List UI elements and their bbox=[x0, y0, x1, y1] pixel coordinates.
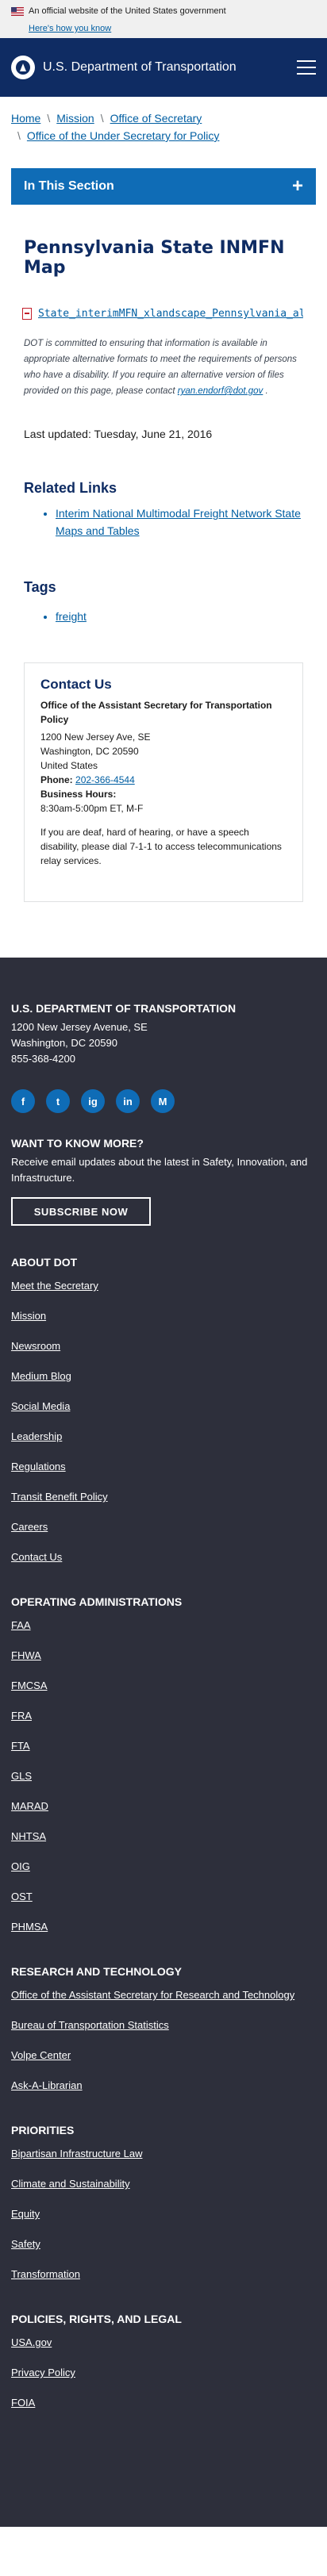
related-links-list: Interim National Multimodal Freight Netw… bbox=[56, 505, 303, 539]
footer-research: RESEARCH AND TECHNOLOGY Office of the As… bbox=[11, 1965, 316, 2094]
footer-link[interactable]: Mission bbox=[11, 1308, 316, 1324]
contact-card: Contact Us Office of the Assistant Secre… bbox=[24, 662, 303, 902]
footer-link[interactable]: Newsroom bbox=[11, 1338, 316, 1354]
linkedin-icon[interactable]: in bbox=[116, 1089, 140, 1113]
site-header: U.S. Department of Transportation bbox=[0, 38, 327, 97]
phone-label: Phone: bbox=[40, 774, 73, 785]
pdf-file-icon bbox=[22, 308, 32, 320]
footer-address-2: Washington, DC 20590 bbox=[11, 1037, 117, 1049]
tag-link[interactable]: freight bbox=[56, 610, 303, 623]
breadcrumb-office-of-secretary[interactable]: Office of Secretary bbox=[110, 112, 202, 125]
contact-address-2: Washington, DC 20590 bbox=[40, 746, 139, 757]
footer-link[interactable]: Ask-A-Librarian bbox=[11, 2078, 316, 2094]
last-updated: Last updated: Tuesday, June 21, 2016 bbox=[24, 428, 213, 440]
footer-link[interactable]: Transformation bbox=[11, 2267, 316, 2282]
social-links: f t ig in M bbox=[11, 1089, 316, 1113]
footer-link[interactable]: PHMSA bbox=[11, 1919, 316, 1935]
breadcrumb-under-secretary[interactable]: Office of the Under Secretary for Policy bbox=[27, 129, 220, 142]
contact-office: Office of the Assistant Secretary for Tr… bbox=[40, 700, 272, 725]
gov-banner-text: An official website of the United States… bbox=[29, 6, 226, 16]
footer-link[interactable]: OST bbox=[11, 1889, 316, 1905]
footer-link[interactable]: Privacy Policy bbox=[11, 2365, 316, 2381]
footer-research-heading: RESEARCH AND TECHNOLOGY bbox=[11, 1965, 182, 1978]
footer-link[interactable]: Social Media bbox=[11, 1399, 316, 1415]
file-link-text[interactable]: State_interimMFN_xlandscape_Pennsylvania… bbox=[38, 308, 303, 320]
footer-link[interactable]: Equity bbox=[11, 2206, 316, 2222]
contact-address-1: 1200 New Jersey Ave, SE bbox=[40, 731, 151, 743]
want-to-know-more-desc: Receive email updates about the latest i… bbox=[11, 1156, 308, 1184]
footer-link[interactable]: FTA bbox=[11, 1738, 316, 1754]
footer-link[interactable]: Medium Blog bbox=[11, 1369, 316, 1384]
footer-link[interactable]: Contact Us bbox=[11, 1549, 316, 1565]
footer-link[interactable]: FOIA bbox=[11, 2395, 316, 2411]
footer-link[interactable]: OIG bbox=[11, 1859, 316, 1875]
contact-address-3: United States bbox=[40, 760, 98, 771]
tags-list: freight bbox=[56, 610, 303, 623]
footer-link[interactable]: Climate and Sustainability bbox=[11, 2176, 316, 2192]
facebook-icon[interactable]: f bbox=[11, 1089, 35, 1113]
footer-link[interactable]: Careers bbox=[11, 1519, 316, 1535]
footer-link[interactable]: GLS bbox=[11, 1768, 316, 1784]
footer-phone[interactable]: 855-368-4200 bbox=[11, 1051, 316, 1067]
us-flag-icon bbox=[11, 6, 24, 16]
footer-link[interactable]: FAA bbox=[11, 1618, 316, 1634]
site-title[interactable]: U.S. Department of Transportation bbox=[43, 60, 297, 75]
footer-link[interactable]: FRA bbox=[11, 1708, 316, 1724]
medium-icon[interactable]: M bbox=[151, 1089, 175, 1113]
menu-icon[interactable] bbox=[297, 60, 316, 75]
footer-link[interactable]: Transit Benefit Policy bbox=[11, 1489, 316, 1505]
want-to-know-more-heading: WANT TO KNOW MORE? bbox=[11, 1137, 144, 1150]
footer-op-admins: OPERATING ADMINISTRATIONS FAA FHWA FMCSA… bbox=[11, 1595, 316, 1935]
footer-link[interactable]: Regulations bbox=[11, 1459, 316, 1475]
subscribe-button[interactable]: SUBSCRIBE NOW bbox=[11, 1197, 151, 1226]
hours-value: 8:30am-5:00pm ET, M-F bbox=[40, 803, 144, 814]
in-this-section-label: In This Section bbox=[24, 179, 114, 193]
related-link[interactable]: Interim National Multimodal Freight Netw… bbox=[56, 505, 303, 539]
footer-link[interactable]: Office of the Assistant Secretary for Re… bbox=[11, 1987, 316, 2003]
footer-link[interactable]: FHWA bbox=[11, 1648, 316, 1664]
tags-heading: Tags bbox=[24, 579, 56, 595]
footer-priorities: PRIORITIES Bipartisan Infrastructure Law… bbox=[11, 2124, 316, 2282]
relay-note: If you are deaf, hard of hearing, or hav… bbox=[40, 827, 282, 866]
footer-about: ABOUT DOT Meet the Secretary Mission New… bbox=[11, 1256, 316, 1565]
footer-link[interactable]: MARAD bbox=[11, 1799, 316, 1814]
instagram-icon[interactable]: ig bbox=[81, 1089, 105, 1113]
dot-logo-icon[interactable] bbox=[11, 56, 35, 79]
footer-link[interactable]: Bureau of Transportation Statistics bbox=[11, 2017, 316, 2033]
breadcrumb-home[interactable]: Home bbox=[11, 112, 40, 125]
footer-priorities-heading: PRIORITIES bbox=[11, 2124, 75, 2136]
phone-link[interactable]: 202-366-4544 bbox=[75, 774, 135, 785]
footer-link[interactable]: Safety bbox=[11, 2236, 316, 2252]
footer-link[interactable]: NHTSA bbox=[11, 1829, 316, 1845]
footer-policies-heading: POLICIES, RIGHTS, AND LEGAL bbox=[11, 2313, 182, 2325]
contact-phone-row: Phone: 202-366-4544 bbox=[40, 773, 287, 787]
accessibility-note: DOT is committed to ensuring that inform… bbox=[24, 339, 297, 396]
twitter-icon[interactable]: t bbox=[46, 1089, 70, 1113]
heres-how-you-know-link[interactable]: Here's how you know bbox=[29, 24, 111, 33]
hours-label: Business Hours: bbox=[40, 789, 117, 800]
related-links-heading: Related Links bbox=[24, 480, 117, 496]
in-this-section-toggle[interactable]: In This Section + bbox=[11, 168, 316, 205]
footer-about-heading: ABOUT DOT bbox=[11, 1256, 78, 1269]
footer-op-admins-heading: OPERATING ADMINISTRATIONS bbox=[11, 1595, 183, 1608]
footer-link[interactable]: Meet the Secretary bbox=[11, 1278, 316, 1294]
contact-heading: Contact Us bbox=[40, 677, 112, 692]
footer-link[interactable]: Bipartisan Infrastructure Law bbox=[11, 2146, 316, 2162]
file-download[interactable]: State_interimMFN_xlandscape_Pennsylvania… bbox=[22, 308, 303, 320]
breadcrumb-mission[interactable]: Mission bbox=[56, 112, 94, 125]
footer-address: 1200 New Jersey Avenue, SE Washington, D… bbox=[11, 1019, 316, 1067]
footer-link[interactable]: Volpe Center bbox=[11, 2048, 316, 2063]
contact-email-link[interactable]: ryan.endorf@dot.gov bbox=[178, 386, 264, 396]
footer-policies: POLICIES, RIGHTS, AND LEGAL USA.gov Priv… bbox=[11, 2313, 316, 2411]
footer-link[interactable]: FMCSA bbox=[11, 1678, 316, 1694]
plus-icon: + bbox=[291, 175, 303, 197]
footer-address-1: 1200 New Jersey Avenue, SE bbox=[11, 1021, 148, 1033]
footer-link[interactable]: USA.gov bbox=[11, 2335, 316, 2351]
page-title: Pennsylvania State INMFN Map bbox=[24, 238, 285, 278]
gov-banner: An official website of the United States… bbox=[0, 0, 327, 38]
site-footer: U.S. DEPARTMENT OF TRANSPORTATION 1200 N… bbox=[0, 958, 327, 2527]
footer-title: U.S. DEPARTMENT OF TRANSPORTATION bbox=[11, 1002, 237, 1015]
breadcrumb: Home \ Mission \ Office of Secretary \ Office … bbox=[11, 112, 220, 142]
footer-link[interactable]: Leadership bbox=[11, 1429, 316, 1445]
